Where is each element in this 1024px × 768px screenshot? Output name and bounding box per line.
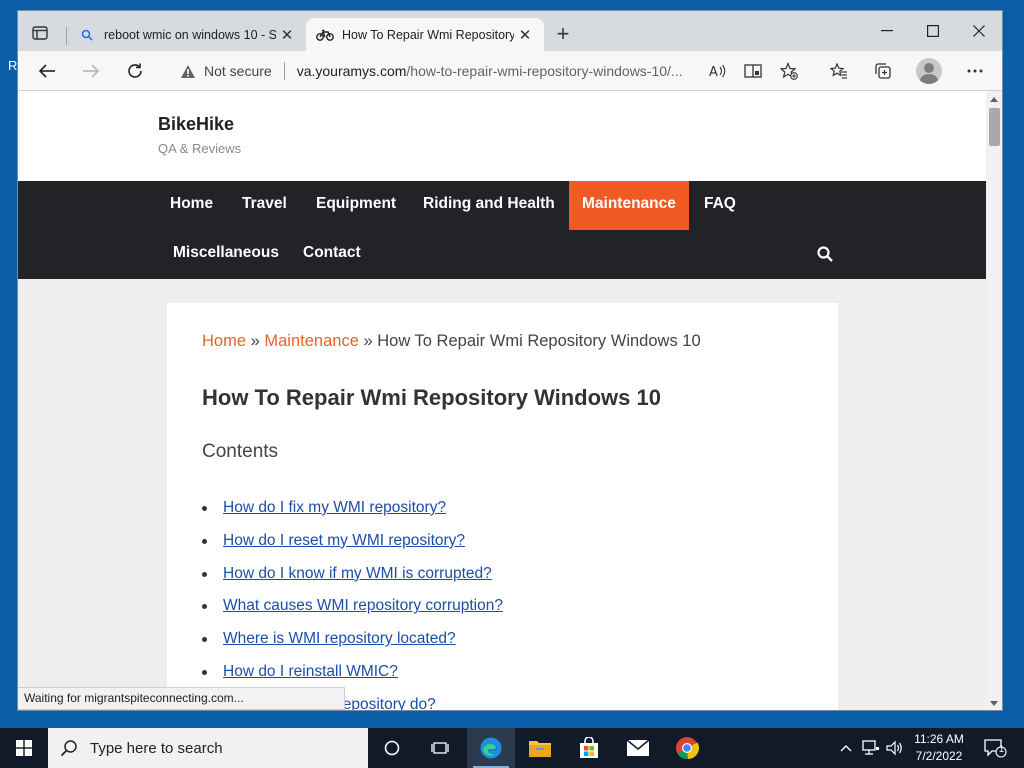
contents-heading: Contents: [202, 441, 279, 462]
site-title[interactable]: BikeHike: [158, 114, 234, 135]
toc-link[interactable]: How do I know if my WMI is corrupted?: [223, 565, 492, 582]
back-button[interactable]: [30, 55, 64, 87]
store-icon[interactable]: [565, 728, 613, 768]
close-tab-icon[interactable]: ✕: [514, 26, 536, 44]
nav-item-contact[interactable]: Contact: [290, 230, 374, 279]
toc-item: How do I fix my WMI repository?: [202, 499, 503, 532]
task-view-icon[interactable]: [418, 728, 462, 768]
url-path: /how-to-repair-wmi-repository-windows-10…: [406, 63, 683, 79]
site-header: BikeHike QA & Reviews: [18, 91, 986, 181]
bicycle-icon: [316, 29, 334, 41]
start-button[interactable]: [0, 728, 48, 768]
read-aloud-icon[interactable]: A: [700, 55, 734, 87]
close-tab-icon[interactable]: ✕: [276, 26, 298, 44]
status-bar: Waiting for migrantspiteconnecting.com..…: [18, 687, 345, 710]
file-explorer-icon[interactable]: [516, 728, 564, 768]
breadcrumb-separator: »: [250, 332, 260, 350]
profile-avatar[interactable]: [916, 58, 942, 84]
tab-actions-icon[interactable]: [26, 21, 54, 45]
network-icon[interactable]: [860, 728, 882, 768]
tab-search[interactable]: reboot wmic on windows 10 - Search ✕: [68, 18, 304, 51]
collections-icon[interactable]: [866, 55, 900, 87]
refresh-button[interactable]: [118, 55, 152, 87]
tab-title: reboot wmic on windows 10 - Search: [104, 27, 276, 42]
site-tagline: QA & Reviews: [158, 141, 242, 156]
taskbar: Type here to search 11:26 AM 7/2/2022 1: [0, 728, 1024, 768]
breadcrumb-category[interactable]: Maintenance: [264, 332, 358, 350]
nav-item-equipment[interactable]: Equipment: [303, 181, 409, 230]
taskbar-search[interactable]: Type here to search: [48, 728, 368, 768]
search-icon: [78, 29, 96, 41]
minimize-button[interactable]: [864, 15, 910, 47]
tab-separator: [66, 27, 67, 45]
breadcrumb-separator: »: [363, 332, 373, 350]
maximize-button[interactable]: [910, 15, 956, 47]
nav-item-travel[interactable]: Travel: [229, 181, 300, 230]
address-separator: [283, 62, 285, 80]
toc-link[interactable]: How do I reset my WMI repository?: [223, 532, 465, 549]
scroll-down-icon[interactable]: [990, 701, 998, 706]
svg-text:A: A: [709, 65, 718, 79]
browser-toolbar: Not secure va.youramys.com/how-to-repair…: [18, 51, 1002, 91]
article-title: How To Repair Wmi Repository Windows 10: [202, 385, 661, 410]
toc-item: How do I know if my WMI is corrupted?: [202, 565, 503, 598]
favorites-icon[interactable]: [822, 55, 856, 87]
toc-item: What causes WMI repository corruption?: [202, 597, 503, 630]
toc-link[interactable]: How do I reinstall WMIC?: [223, 663, 398, 680]
notification-count: 1: [999, 744, 1005, 754]
toc-item: Where is WMI repository located?: [202, 630, 503, 663]
desktop-icon-label-fragment: R: [8, 58, 18, 73]
cortana-icon[interactable]: [370, 728, 414, 768]
forward-button[interactable]: [74, 55, 108, 87]
table-of-contents: How do I fix my WMI repository? How do I…: [202, 499, 503, 710]
tab-strip: reboot wmic on windows 10 - Search ✕ How…: [18, 11, 1002, 51]
volume-icon[interactable]: [884, 728, 906, 768]
system-clock[interactable]: 11:26 AM 7/2/2022: [908, 731, 970, 765]
nav-item-maintenance[interactable]: Maintenance: [569, 181, 689, 230]
site-search-icon[interactable]: [816, 245, 836, 265]
search-icon: [60, 740, 77, 757]
url-text[interactable]: va.youramys.com/how-to-repair-wmi-reposi…: [297, 63, 693, 79]
warning-icon: [181, 64, 195, 78]
toc-link[interactable]: What causes WMI repository corruption?: [223, 597, 503, 614]
taskbar-search-placeholder: Type here to search: [90, 739, 223, 757]
nav-item-home[interactable]: Home: [157, 181, 226, 230]
close-window-button[interactable]: [956, 15, 1002, 47]
notifications-icon[interactable]: 1: [978, 728, 1012, 768]
toc-link[interactable]: Where is WMI repository located?: [223, 630, 456, 647]
tab-article[interactable]: How To Repair Wmi Repository Windows 10 …: [306, 18, 544, 51]
nav-item-faq[interactable]: FAQ: [691, 181, 749, 230]
breadcrumb-current: How To Repair Wmi Repository Windows 10: [377, 332, 701, 350]
url-host: va.youramys.com: [296, 63, 407, 79]
chrome-icon[interactable]: [663, 728, 711, 768]
article-card: Home » Maintenance » How To Repair Wmi R…: [167, 303, 838, 710]
edge-icon[interactable]: [467, 728, 515, 768]
main-navigation: Home Travel Equipment Riding and Health …: [18, 181, 986, 279]
breadcrumb-home[interactable]: Home: [202, 332, 246, 350]
new-tab-button[interactable]: +: [550, 23, 576, 47]
toc-link[interactable]: How do I fix my WMI repository?: [223, 499, 446, 516]
security-label: Not secure: [204, 63, 272, 79]
add-favorite-icon[interactable]: [772, 55, 806, 87]
page-viewport: BikeHike QA & Reviews Home Travel Equipm…: [18, 91, 986, 710]
mail-icon[interactable]: [614, 728, 662, 768]
clock-date: 7/2/2022: [915, 749, 963, 763]
scroll-thumb[interactable]: [989, 108, 1000, 146]
toc-item: How do I reset my WMI repository?: [202, 532, 503, 565]
tab-title: How To Repair Wmi Repository Windows 10: [342, 27, 514, 42]
breadcrumb: Home » Maintenance » How To Repair Wmi R…: [202, 332, 701, 351]
clock-time: 11:26 AM: [914, 732, 964, 746]
nav-item-riding-and-health[interactable]: Riding and Health: [410, 181, 568, 230]
nav-item-miscellaneous[interactable]: Miscellaneous: [160, 230, 292, 279]
show-hidden-icons[interactable]: [836, 728, 856, 768]
browser-window: reboot wmic on windows 10 - Search ✕ How…: [17, 10, 1003, 711]
security-indicator[interactable]: Not secure: [180, 63, 272, 79]
more-options-icon[interactable]: [958, 55, 992, 87]
scroll-up-icon[interactable]: [990, 97, 998, 102]
immersive-reader-icon[interactable]: [736, 55, 770, 87]
vertical-scrollbar[interactable]: [986, 91, 1002, 710]
